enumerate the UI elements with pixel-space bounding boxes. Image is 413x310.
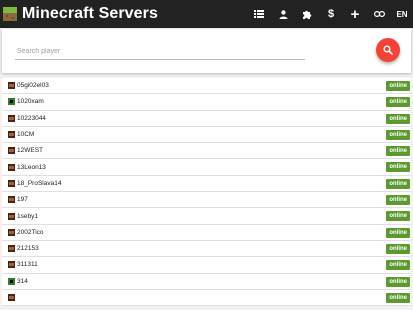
status-badge: online: [386, 227, 410, 238]
server-name[interactable]: 18_ProSlava14: [17, 180, 61, 187]
server-name[interactable]: 13Leon13: [17, 164, 46, 171]
server-favicon-icon: [8, 131, 15, 139]
server-name[interactable]: 212153: [17, 245, 39, 252]
server-row[interactable]: online: [2, 290, 411, 307]
status-badge: online: [386, 276, 410, 287]
server-row[interactable]: 2002Tico online: [2, 225, 411, 241]
server-favicon-icon: [8, 212, 15, 220]
status-badge: online: [386, 129, 410, 140]
server-row[interactable]: 10223044 online: [2, 111, 411, 127]
server-name[interactable]: 12WEST: [17, 147, 43, 154]
status-badge: online: [386, 195, 410, 206]
server-name[interactable]: 1seby1: [17, 213, 38, 220]
status-badge: online: [386, 81, 410, 91]
language-selector[interactable]: EN: [391, 10, 413, 19]
list-icon[interactable]: [247, 0, 271, 28]
status-badge: online: [386, 113, 410, 124]
search-button[interactable]: [376, 38, 400, 62]
server-favicon-icon: [8, 179, 15, 187]
link-icon[interactable]: [367, 0, 391, 28]
server-favicon-icon: [8, 196, 15, 204]
search-card: [2, 29, 411, 73]
dollar-icon[interactable]: $: [319, 0, 343, 28]
server-favicon-icon: [8, 82, 15, 90]
server-name[interactable]: 197: [17, 196, 28, 203]
server-favicon-icon: [8, 114, 15, 122]
puzzle-icon[interactable]: [295, 0, 319, 28]
server-name[interactable]: 10CM: [17, 131, 34, 138]
user-icon[interactable]: [271, 0, 295, 28]
server-row[interactable]: 05gi02el03 online: [2, 78, 411, 95]
search-icon: [383, 45, 393, 55]
status-badge: online: [386, 211, 410, 222]
status-badge: online: [386, 178, 410, 189]
search-input[interactable]: [15, 43, 305, 60]
server-favicon-icon: [8, 277, 15, 285]
status-badge: online: [386, 292, 410, 303]
server-favicon-icon: [8, 147, 15, 155]
server-name[interactable]: 05gi02el03: [17, 82, 49, 89]
status-badge: online: [386, 260, 410, 271]
server-favicon-icon: [8, 245, 15, 253]
server-row[interactable]: 18_ProSlava14 online: [2, 176, 411, 193]
server-name[interactable]: 10223044: [17, 115, 46, 122]
plus-icon[interactable]: +: [343, 0, 367, 28]
status-badge: online: [386, 243, 410, 254]
server-row[interactable]: 12WEST online: [2, 143, 411, 160]
server-favicon-icon: [8, 294, 15, 301]
server-row[interactable]: 13Leon13 online: [2, 159, 411, 176]
status-badge: online: [386, 146, 410, 157]
server-favicon-icon: [8, 163, 15, 171]
server-favicon-icon: [8, 228, 15, 236]
server-row[interactable]: 1020xam online: [2, 94, 411, 111]
grass-block-logo-icon[interactable]: [3, 7, 17, 21]
server-list: 05gi02el03 online 1020xam online 10223044 onl…: [2, 78, 411, 307]
server-row[interactable]: 212153 online: [2, 241, 411, 258]
server-row[interactable]: 10CM online: [2, 127, 411, 144]
status-badge: online: [386, 162, 410, 173]
server-name[interactable]: 314: [17, 278, 28, 285]
server-row[interactable]: 311311 online: [2, 257, 411, 274]
server-favicon-icon: [8, 98, 15, 106]
nav-actions: $ + EN: [247, 0, 413, 28]
server-name[interactable]: 311311: [17, 261, 38, 268]
server-row[interactable]: 1seby1 online: [2, 208, 411, 225]
top-app-bar: Minecraft Servers $ + EN: [0, 0, 413, 28]
server-name[interactable]: 1020xam: [17, 98, 44, 105]
server-favicon-icon: [8, 261, 15, 269]
server-row[interactable]: 197 online: [2, 192, 411, 209]
status-badge: online: [386, 97, 410, 108]
app-title[interactable]: Minecraft Servers: [22, 5, 158, 23]
server-name[interactable]: 2002Tico: [17, 229, 44, 236]
server-row[interactable]: 314 online: [2, 274, 411, 290]
